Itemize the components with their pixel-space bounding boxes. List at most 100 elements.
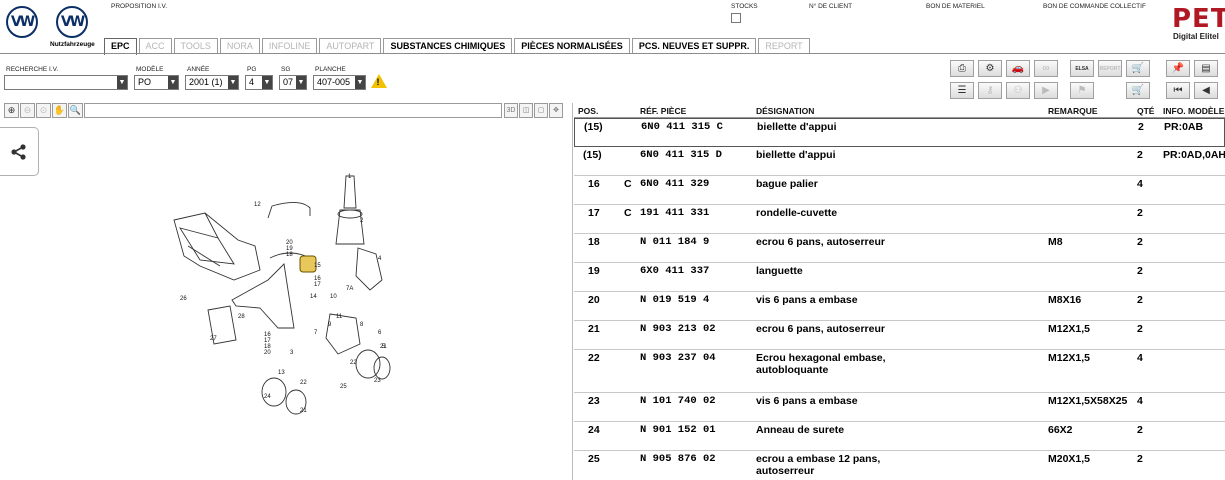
annee-select[interactable]: 2001 (1) ▼ — [185, 75, 239, 90]
panel-icon[interactable]: ▤ — [1194, 60, 1218, 77]
sg-value: 07 — [283, 77, 294, 87]
diagram-callout[interactable]: 22 — [350, 360, 357, 366]
service-icon[interactable]: ⚙ — [978, 60, 1002, 77]
glasses-icon[interactable]: ∞ — [1034, 60, 1058, 77]
play-icon[interactable]: ▶ — [1034, 82, 1058, 99]
tab-pieces-normalisees[interactable]: PIÈCES NORMALISÉES — [514, 38, 630, 54]
diagram-callout[interactable]: 1 — [348, 174, 352, 180]
diagram-callout[interactable]: 27 — [210, 336, 217, 342]
client-number-label: N° DE CLIENT — [809, 3, 853, 10]
zoom-out-icon[interactable]: ⊖ — [20, 103, 35, 118]
dealer-logo-text: PETK — [1172, 4, 1225, 34]
illustration-search-field[interactable] — [84, 103, 502, 118]
exploded-parts-diagram[interactable]: 122019181516171426282716171820 3101197865… — [160, 168, 420, 418]
diagram-callout[interactable]: 11 — [336, 314, 343, 320]
tab-autopart[interactable]: AUTOPART — [319, 38, 382, 54]
diagram-callout[interactable]: 12 — [254, 202, 261, 208]
table-row[interactable]: 23 N 101 740 02 vis 6 pans a embase M12X… — [574, 393, 1225, 422]
flag-icon[interactable]: ⚑ — [1070, 82, 1094, 99]
planche-label: PLANCHE — [315, 66, 346, 73]
diagram-callout[interactable]: 14 — [310, 294, 317, 300]
diagram-callout[interactable]: 3 — [290, 350, 294, 356]
share-button[interactable] — [0, 127, 39, 176]
diagram-callout[interactable]: 18 — [286, 252, 293, 258]
tab-infoline[interactable]: INFOLINE — [261, 38, 318, 54]
diagram-callout[interactable]: 23 — [374, 378, 381, 384]
diagram-callout[interactable]: 10 — [330, 294, 337, 300]
previous-page-icon[interactable]: ◀ — [1194, 82, 1218, 99]
table-row[interactable]: 25 N 905 876 02 ecrou a embase 12 pans, a… — [574, 451, 1225, 480]
diagram-callout[interactable]: 28 — [238, 314, 245, 320]
planche-select[interactable]: 407-005 ▼ — [313, 75, 366, 90]
tab-pcs-neuves[interactable]: PCS. NEUVES ET SUPPR. — [631, 38, 757, 54]
table-row[interactable]: 20 N 019 519 4 vis 6 pans a embase M8X16… — [574, 292, 1225, 321]
tab-substances-chimiques[interactable]: SUBSTANCES CHIMIQUES — [383, 38, 513, 54]
split-view-icon[interactable]: ◫ — [519, 103, 533, 118]
list-view-icon[interactable]: ☰ — [950, 82, 974, 99]
chevron-down-icon: ▼ — [168, 76, 178, 89]
table-row[interactable]: 17 C 191 411 331 rondelle-cuvette 2 — [574, 205, 1225, 234]
diagram-callout[interactable]: 13 — [278, 370, 285, 376]
table-row[interactable]: 21 N 903 213 02 ecrou 6 pans, autoserreu… — [574, 321, 1225, 350]
diagram-callout[interactable]: 15 — [314, 263, 321, 269]
pg-select[interactable]: 4 ▼ — [245, 75, 273, 90]
col-designation: DÉSIGNATION — [756, 106, 815, 116]
magnifier-icon[interactable]: 🔍 — [68, 103, 83, 118]
diagram-callout[interactable]: 7 — [314, 330, 318, 336]
key-icon[interactable]: ⚷ — [978, 82, 1002, 99]
zoom-fit-icon[interactable]: ⊙ — [36, 103, 51, 118]
diagram-callout[interactable]: 8 — [360, 322, 364, 328]
recherche-select[interactable]: ▼ — [4, 75, 128, 90]
expand-icon[interactable]: ✥ — [549, 103, 563, 118]
diagram-callout[interactable]: 2 — [360, 218, 364, 224]
table-row[interactable]: (15) 6N0 411 315 C biellette d'appui 2 P… — [574, 118, 1225, 147]
cart-icon[interactable]: 🛒 — [1126, 60, 1150, 77]
diagram-callout[interactable]: 24 — [264, 394, 271, 400]
diagram-callout[interactable]: 9 — [328, 322, 332, 328]
vw-logo-icon: VW — [6, 6, 38, 38]
diagram-callout[interactable]: 7A — [346, 286, 353, 292]
table-row[interactable]: 24 N 901 152 01 Anneau de surete 66X2 2 — [574, 422, 1225, 451]
bike-icon[interactable]: ⚇ — [1006, 82, 1030, 99]
table-row[interactable]: 19 6X0 411 337 languette 2 — [574, 263, 1225, 292]
diagram-callout[interactable]: 21 — [380, 344, 387, 350]
vehicle-icon[interactable]: 🚗 — [1006, 60, 1030, 77]
row-pos: 17 — [588, 207, 600, 219]
modele-select[interactable]: PO ▼ — [134, 75, 179, 90]
print-icon[interactable]: ⎙ — [950, 60, 974, 77]
diagram-callout[interactable]: 17 — [314, 282, 321, 288]
single-view-icon[interactable]: ▢ — [534, 103, 548, 118]
row-designation: ecrou 6 pans, autoserreur — [756, 323, 885, 335]
elsa-button[interactable]: ELSA — [1070, 60, 1094, 77]
report-button[interactable]: REPORT — [1098, 60, 1122, 77]
cart-add-icon[interactable]: 🛒 — [1126, 82, 1150, 99]
diagram-callout[interactable]: 25 — [340, 384, 347, 390]
pin-icon[interactable]: 📌 — [1166, 60, 1190, 77]
table-row[interactable]: 18 N 011 184 9 ecrou 6 pans, autoserreur… — [574, 234, 1225, 263]
sg-select[interactable]: 07 ▼ — [279, 75, 307, 90]
hand-icon[interactable]: ✋ — [52, 103, 67, 118]
stocks-checkbox[interactable] — [731, 13, 741, 23]
tab-nora[interactable]: NORA — [219, 38, 260, 54]
diagram-callout[interactable]: 20 — [264, 350, 271, 356]
diagram-callout[interactable]: 6 — [378, 330, 382, 336]
tab-tools[interactable]: TOOLS — [173, 38, 218, 54]
table-row[interactable]: (15) 6N0 411 315 D biellette d'appui 2 P… — [574, 147, 1225, 176]
first-page-icon[interactable]: ⏮ — [1166, 82, 1190, 99]
diagram-callout[interactable]: 21 — [300, 408, 307, 414]
table-row[interactable]: 16 C 6N0 411 329 bague palier 4 — [574, 176, 1225, 205]
tab-report[interactable]: REPORT — [758, 38, 810, 54]
material-voucher-label: BON DE MATERIEL — [926, 3, 985, 10]
row-info: PR:0AB — [1164, 121, 1204, 133]
diagram-callout[interactable]: 22 — [300, 380, 307, 386]
zoom-in-icon[interactable]: ⊕ — [4, 103, 19, 118]
table-row[interactable]: 22 N 903 237 04 Ecrou hexagonal embase, a… — [574, 350, 1225, 393]
diagram-callout[interactable]: 26 — [180, 296, 187, 302]
row-pos: 18 — [588, 236, 600, 248]
diagram-callout[interactable]: 4 — [378, 256, 382, 262]
row-ref: N 903 213 02 — [640, 323, 716, 335]
view-3d-button[interactable]: 3D — [504, 103, 518, 118]
row-ref: 6N0 411 315 D — [640, 149, 722, 161]
tab-acc[interactable]: ACC — [138, 38, 172, 54]
row-pos: 19 — [588, 265, 600, 277]
